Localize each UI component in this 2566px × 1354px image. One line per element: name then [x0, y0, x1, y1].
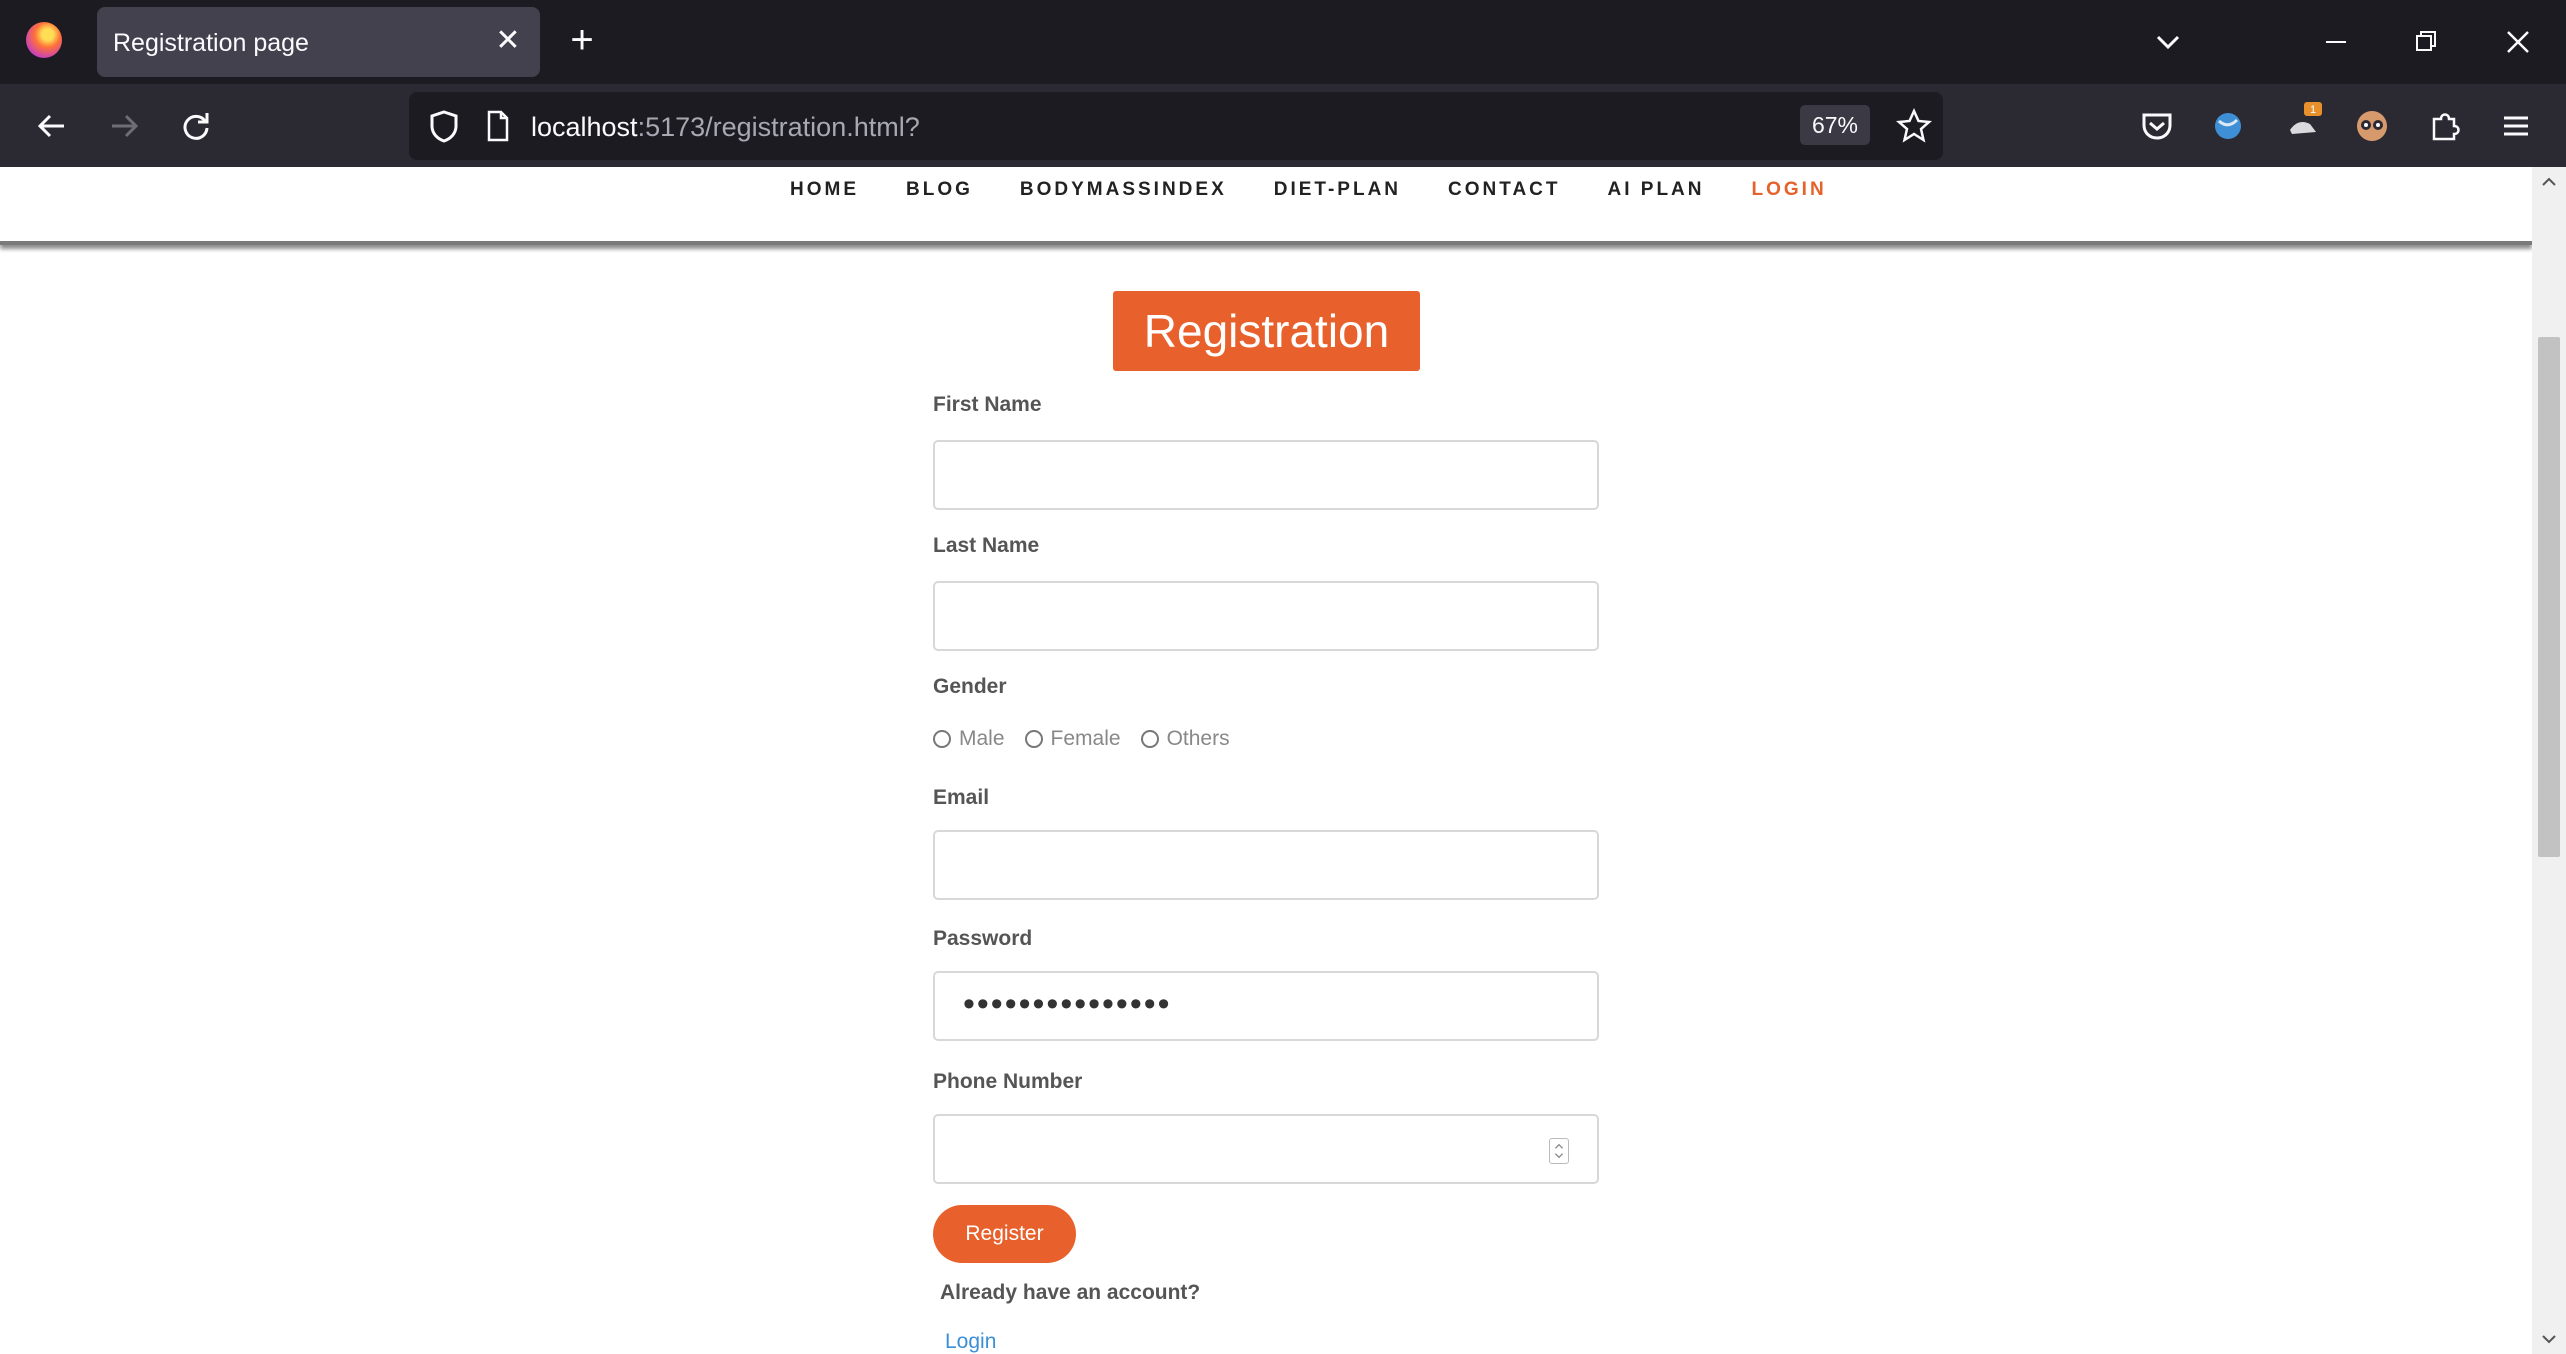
active-tab[interactable]: Registration page ✕: [97, 7, 540, 77]
last-name-field[interactable]: [933, 581, 1599, 651]
url-path: :5173/registration.html?: [637, 112, 920, 142]
reload-icon[interactable]: [174, 104, 218, 148]
tab-title: Registration page: [113, 29, 309, 57]
password-value: •••••••••••••••: [963, 985, 1172, 1023]
number-spinner-icon[interactable]: [1549, 1138, 1569, 1164]
nav-login[interactable]: LOGIN: [1752, 179, 1827, 201]
minimize-icon[interactable]: [2314, 20, 2358, 64]
url-text: localhost:5173/registration.html?: [531, 112, 920, 143]
extension-globe-icon[interactable]: [2207, 105, 2249, 147]
back-icon[interactable]: [30, 104, 74, 148]
new-tab-button[interactable]: +: [562, 20, 602, 60]
page-title: Registration: [1113, 291, 1420, 371]
first-name-field[interactable]: [933, 440, 1599, 510]
gender-label-male: Male: [959, 727, 1005, 750]
firefox-logo-icon[interactable]: [26, 22, 62, 58]
bookmark-star-icon[interactable]: [1894, 106, 1934, 146]
gender-radio-others[interactable]: [1140, 730, 1159, 748]
profile-avatar-icon[interactable]: [2351, 105, 2393, 147]
extension-badge-icon[interactable]: 1: [2280, 98, 2328, 146]
shield-icon[interactable]: [424, 106, 464, 146]
gender-radio-male[interactable]: [933, 730, 951, 748]
page-viewport: HOME BLOG BODYMASSINDEX DIET-PLAN CONTAC…: [0, 167, 2532, 1354]
phone-field[interactable]: [933, 1114, 1599, 1184]
restore-icon[interactable]: [2404, 20, 2448, 64]
forward-icon[interactable]: [102, 104, 146, 148]
list-all-tabs-icon[interactable]: [2146, 20, 2190, 64]
page-scrollbar[interactable]: [2532, 167, 2566, 1354]
scroll-thumb[interactable]: [2538, 337, 2560, 857]
scroll-down-icon[interactable]: [2540, 1330, 2558, 1348]
gender-label-female: Female: [1050, 727, 1121, 750]
phone-label: Phone Number: [933, 1070, 1083, 1093]
gender-options: Male Female Others: [933, 727, 1250, 751]
pocket-icon[interactable]: [2136, 105, 2178, 147]
last-name-label: Last Name: [933, 534, 1040, 557]
svg-text:1: 1: [2310, 104, 2316, 116]
nav-bodymassindex[interactable]: BODYMASSINDEX: [1020, 179, 1227, 201]
zoom-indicator[interactable]: 67%: [1800, 105, 1870, 145]
scroll-up-icon[interactable]: [2540, 173, 2558, 191]
page-info-icon[interactable]: [477, 106, 517, 146]
close-window-icon[interactable]: [2496, 20, 2540, 64]
url-bar[interactable]: localhost:5173/registration.html? 67%: [409, 92, 1943, 160]
nav-diet-plan[interactable]: DIET-PLAN: [1274, 179, 1401, 201]
browser-window: Registration page ✕ + localhost:5173/reg…: [0, 0, 2566, 1354]
gender-label-others: Others: [1166, 727, 1230, 750]
gender-label: Gender: [933, 675, 1007, 698]
login-link[interactable]: Login: [945, 1330, 996, 1354]
nav-home[interactable]: HOME: [790, 179, 859, 201]
gender-radio-female[interactable]: [1024, 730, 1043, 748]
url-host: localhost: [531, 112, 638, 142]
email-field[interactable]: [933, 830, 1599, 900]
password-label: Password: [933, 927, 1033, 950]
nav-blog[interactable]: BLOG: [906, 179, 973, 201]
tab-bar: Registration page ✕ +: [0, 0, 2566, 84]
site-nav: HOME BLOG BODYMASSINDEX DIET-PLAN CONTAC…: [0, 167, 2532, 245]
nav-contact[interactable]: CONTACT: [1448, 179, 1560, 201]
extensions-puzzle-icon[interactable]: [2424, 105, 2466, 147]
tab-close-icon[interactable]: ✕: [490, 23, 526, 59]
nav-ai-plan[interactable]: AI PLAN: [1608, 179, 1705, 201]
email-label: Email: [933, 786, 990, 809]
first-name-label: First Name: [933, 393, 1042, 416]
password-field[interactable]: •••••••••••••••: [933, 971, 1599, 1041]
already-account-text: Already have an account?: [940, 1281, 1201, 1304]
register-button[interactable]: Register: [933, 1205, 1076, 1263]
hamburger-menu-icon[interactable]: [2495, 105, 2537, 147]
